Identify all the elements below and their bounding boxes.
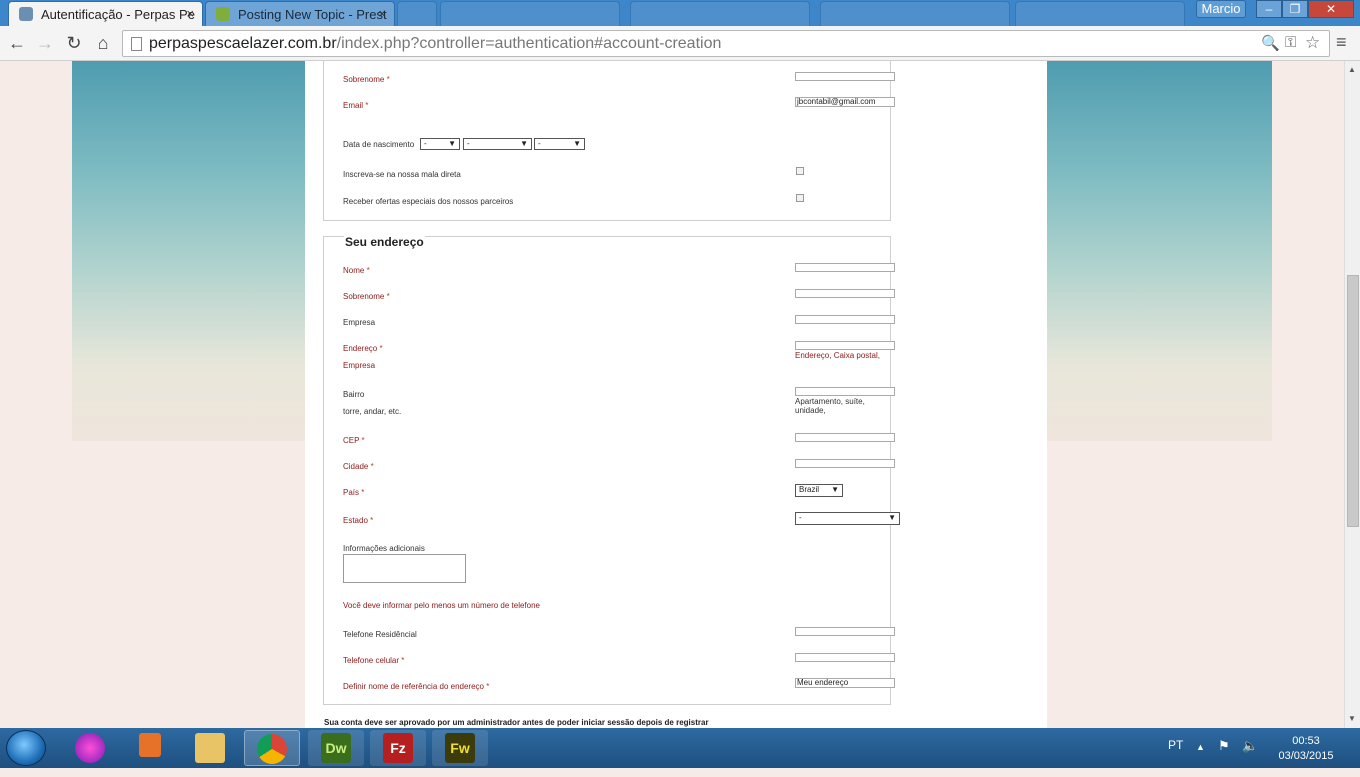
forum-icon [216,7,230,21]
additional-info-textarea[interactable] [343,554,466,583]
forward-button[interactable]: → [33,32,57,54]
newsletter-label: Inscreva-se na nossa mala direta [343,170,461,179]
address-alias-label: Definir nome de referência do endereço [343,682,489,691]
address-surname-input[interactable] [795,289,895,298]
search-icon[interactable]: 🔍 [1261,34,1280,52]
company-label: Empresa [343,318,376,327]
zip-input[interactable] [795,433,895,442]
company-input[interactable] [795,315,895,324]
dreamweaver-icon[interactable]: Dw [308,730,364,766]
country-label: País [343,488,364,497]
browser-toolbar: ← → ↻ ⌂ perpaspescaelazer.com.br/index.p… [0,26,1360,61]
state-select[interactable]: - [795,512,900,525]
home-phone-label: Telefone Residêncial [343,630,417,639]
partner-offers-label: Receber ofertas especiais dos nossos par… [343,197,514,206]
approval-notice: Sua conta deve ser aprovado por um admin… [324,718,709,727]
start-button[interactable] [6,730,46,766]
scroll-up-arrow-icon[interactable]: ▲ [1348,65,1356,74]
mobile-phone-input[interactable] [795,653,895,662]
url-path: /index.php?controller=authentication#acc… [336,35,722,52]
scroll-down-arrow-icon[interactable]: ▼ [1348,714,1356,723]
home-phone-input[interactable] [795,627,895,636]
personal-info-fieldset: Sobrenome Email jbcontabil@gmail.com Dat… [323,61,895,221]
media-player-icon[interactable] [122,730,178,766]
birthdate-label: Data de nascimento [343,140,415,149]
phone-notice: Você deve informar pelo menos um número … [343,601,541,610]
newsletter-checkbox[interactable] [796,167,804,175]
system-clock[interactable]: 00:53 03/03/2015 [1276,734,1336,764]
home-button[interactable]: ⌂ [91,32,115,54]
key-icon[interactable]: ⚿ [1285,34,1296,51]
clock-time: 00:53 [1292,735,1320,747]
tab-posting-new-topic[interactable]: Posting New Topic - Prest × [205,1,395,26]
page-icon [131,37,142,51]
tab-background-2[interactable] [630,1,810,26]
address-sublabel: Empresa [343,361,376,370]
tab-background-4[interactable] [1015,1,1185,26]
fireworks-icon[interactable]: Fw [432,730,488,766]
name-input[interactable] [795,263,895,272]
windows-taskbar: Dw Fz Fw PT ▲ ⚑ 🔈 00:53 03/03/2015 [0,728,1360,768]
user-profile-badge[interactable]: Marcio [1196,0,1246,18]
mobile-phone-label: Telefone celular [343,656,404,665]
maximize-button[interactable]: ❐ [1282,0,1308,18]
volume-icon[interactable]: 🔈 [1242,738,1258,754]
scrollbar-thumb[interactable] [1347,275,1359,527]
tab-strip: Autentificação - Perpas Pe × Posting New… [0,0,1360,26]
district-sublabel: torre, andar, etc. [343,407,402,416]
chrome-taskbar-icon[interactable] [244,730,300,766]
page-content: Sobrenome Email jbcontabil@gmail.com Dat… [305,61,1047,728]
filezilla-icon[interactable]: Fz [370,730,426,766]
additional-info-label: Informações adicionais [343,544,425,553]
clock-date: 03/03/2015 [1278,750,1334,762]
reload-button[interactable]: ↻ [62,32,86,54]
surname-input[interactable] [795,72,895,81]
back-button[interactable]: ← [5,32,29,54]
page-scrollbar[interactable]: ▲ ▼ [1344,61,1360,728]
tab-background-1[interactable] [440,1,620,26]
email-input[interactable]: jbcontabil@gmail.com [795,97,895,107]
close-tab-icon[interactable]: × [186,6,194,21]
close-tab-icon[interactable]: × [378,6,386,21]
page-viewport: Sobrenome Email jbcontabil@gmail.com Dat… [0,61,1344,728]
name-label: Nome [343,266,370,275]
language-indicator[interactable]: PT [1168,738,1183,752]
address-hint: Endereço, Caixa postal, [795,351,880,360]
birth-year-select[interactable]: - [534,138,585,150]
minimize-button[interactable]: – [1256,0,1282,18]
tab-background-3[interactable] [820,1,1010,26]
address-input[interactable] [795,341,895,350]
bookmark-star-icon[interactable]: ☆ [1305,33,1320,53]
zip-label: CEP [343,436,365,445]
url-domain: perpaspescaelazer.com.br [149,35,337,52]
address-label: Endereço [343,344,383,353]
birth-day-select[interactable]: - [420,138,460,150]
district-label: Bairro [343,390,365,399]
city-label: Cidade [343,462,374,471]
network-icon[interactable]: ⚑ [1218,738,1230,754]
address-fieldset: Seu endereço Nome Sobrenome Empresa Ende… [323,235,900,705]
partner-offers-checkbox[interactable] [796,194,804,202]
birth-month-select[interactable]: - [463,138,532,150]
address-bar[interactable]: perpaspescaelazer.com.br/index.php?contr… [122,30,1330,57]
email-label: Email [343,101,368,110]
prestashop-icon [19,7,33,21]
address-alias-input[interactable]: Meu endereço [795,678,895,688]
file-explorer-icon[interactable] [182,730,238,766]
surname-label: Sobrenome [343,75,390,84]
district-hint: Apartamento, suíte, unidade, [795,397,865,415]
tab-authentication[interactable]: Autentificação - Perpas Pe × [8,1,203,26]
district-input[interactable] [795,387,895,396]
close-window-button[interactable]: ✕ [1308,0,1354,18]
new-tab-button[interactable] [397,1,437,26]
country-select[interactable]: Brazil [795,484,843,497]
show-hidden-icons-icon[interactable]: ▲ [1196,742,1205,752]
address-section-title: Seu endereço [344,235,425,249]
state-label: Estado [343,516,373,525]
messenger-app-icon[interactable] [62,730,118,766]
chrome-menu-icon[interactable]: ≡ [1336,32,1347,53]
city-input[interactable] [795,459,895,468]
address-surname-label: Sobrenome [343,292,390,301]
